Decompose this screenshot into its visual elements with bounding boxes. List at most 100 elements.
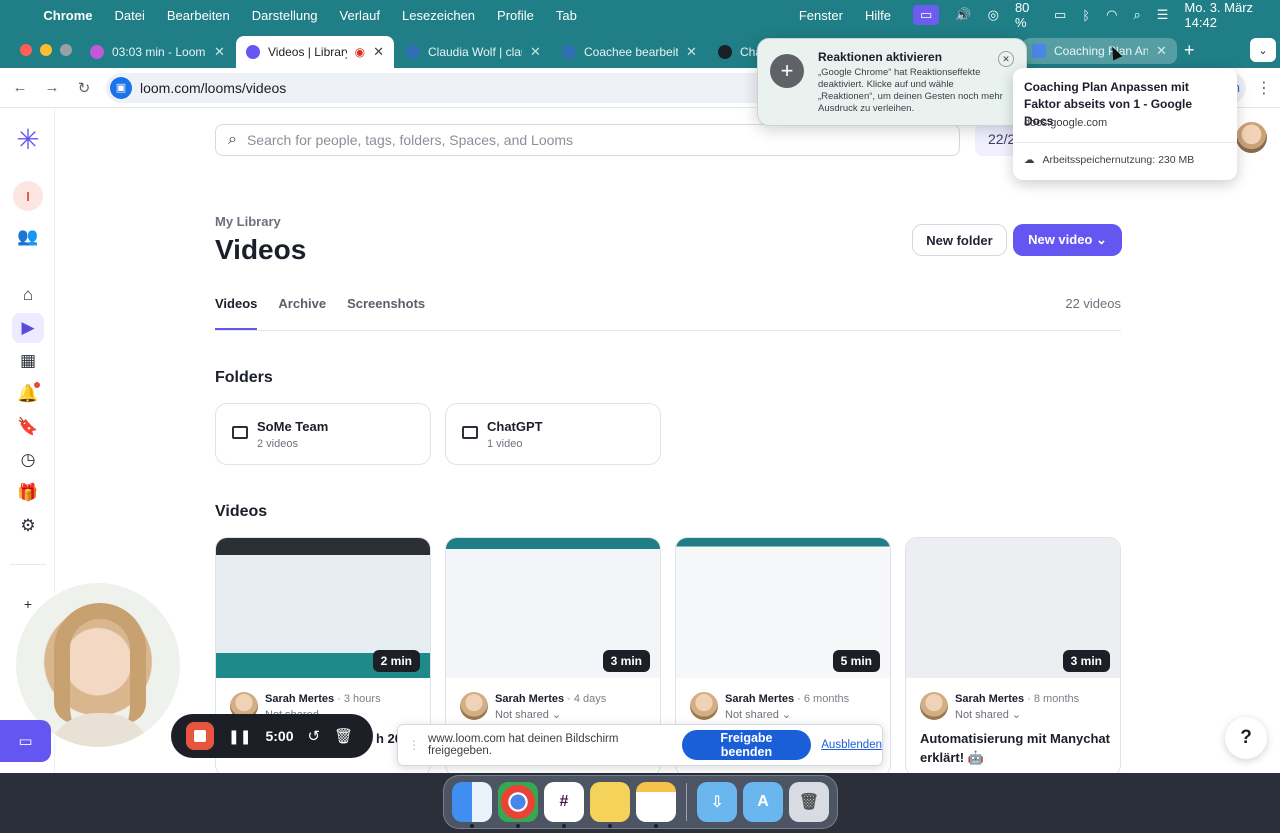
trash-icon[interactable]: 🗑 xyxy=(789,782,829,822)
tabs-divider xyxy=(215,330,1121,331)
reactions-notification[interactable]: + Reaktionen aktivieren „Google Chrome“ … xyxy=(757,38,1027,126)
close-window-button[interactable] xyxy=(20,44,32,56)
stop-sharing-button[interactable]: Freigabe beenden xyxy=(681,730,812,760)
wordpress-favicon-icon xyxy=(562,45,576,59)
chrome-menu-icon[interactable]: ⋮ xyxy=(1256,78,1272,98)
search-input[interactable]: ⌕ Search for people, tags, folders, Spac… xyxy=(215,124,960,156)
running-indicator xyxy=(654,824,658,828)
folder-card[interactable]: ChatGPT 1 video xyxy=(445,403,661,465)
video-author: Sarah Mertes · 8 months xyxy=(955,693,1079,705)
finder-icon[interactable] xyxy=(452,782,492,828)
help-button[interactable]: ? xyxy=(1225,717,1267,759)
minimize-window-button[interactable] xyxy=(40,44,52,56)
forward-arrow-icon[interactable]: → xyxy=(36,79,68,96)
folder-name: ChatGPT xyxy=(487,419,543,434)
camera-person-hair xyxy=(54,603,146,723)
bluetooth-icon[interactable]: ᛒ xyxy=(1082,8,1090,23)
back-arrow-icon[interactable]: ← xyxy=(4,79,36,96)
stop-recording-button[interactable] xyxy=(186,722,214,750)
menu-item-darstellung[interactable]: Darstellung xyxy=(252,8,318,23)
tab-videos[interactable]: Videos xyxy=(215,296,257,311)
battery-icon[interactable]: ▭ xyxy=(1054,7,1066,23)
menu-item-profile[interactable]: Profile xyxy=(497,8,534,23)
screen-sharing-icon[interactable]: ▭ xyxy=(912,5,940,25)
page-title: Videos xyxy=(215,234,307,265)
applications-folder-icon[interactable]: A xyxy=(743,782,783,822)
tab-screenshots[interactable]: Screenshots xyxy=(347,296,425,311)
dock-divider xyxy=(686,783,687,821)
downloads-folder-icon[interactable]: ⇩ xyxy=(697,782,737,822)
browser-tab-coaching-plan[interactable]: Coaching Plan Anp ✕ xyxy=(1022,38,1177,64)
menu-item-bearbeiten[interactable]: Bearbeiten xyxy=(167,8,230,23)
notifications-bell-icon[interactable]: 🔔 xyxy=(12,379,44,409)
video-card[interactable]: 3 min Sarah Mertes · 8 months Not shared… xyxy=(905,537,1121,773)
video-age: · 8 months xyxy=(1027,693,1080,705)
new-folder-button[interactable]: New folder xyxy=(912,224,1007,256)
browser-tab-claudia-wolf[interactable]: Claudia Wolf | clau ✕ xyxy=(396,36,551,68)
bookmark-icon[interactable]: 🔖 xyxy=(12,412,44,442)
share-status-dropdown[interactable]: Not shared ⌄ xyxy=(495,708,561,721)
loom-logo-icon[interactable]: ✳ xyxy=(12,124,44,155)
menu-item-hilfe[interactable]: Hilfe xyxy=(865,8,891,23)
airdrop-icon[interactable]: ◎ xyxy=(988,7,999,23)
calendar-icon[interactable]: ▦ xyxy=(12,346,44,376)
browser-tab-videos-library[interactable]: Videos | Library ◉ ✕ xyxy=(236,36,394,68)
search-icon[interactable]: ⌕ xyxy=(1133,7,1140,23)
notes-icon[interactable] xyxy=(636,782,676,828)
site-info-icon[interactable]: ▣ xyxy=(110,76,132,99)
stickies-icon[interactable] xyxy=(590,782,630,828)
url-text[interactable]: loom.com/looms/videos xyxy=(140,80,286,96)
browser-tab-coachee[interactable]: Coachee bearbeite ✕ xyxy=(552,36,707,68)
tab-archive[interactable]: Archive xyxy=(278,296,326,311)
tab-search-chevron-icon[interactable]: ⌄ xyxy=(1250,38,1276,62)
chrome-icon[interactable] xyxy=(498,782,538,828)
menu-item-tab[interactable]: Tab xyxy=(556,8,577,23)
close-tab-icon[interactable]: ✕ xyxy=(1156,43,1167,59)
workspace-avatar-icon[interactable]: I xyxy=(13,181,43,211)
gift-icon[interactable]: 🎁 xyxy=(12,478,44,508)
menu-item-verlauf[interactable]: Verlauf xyxy=(340,8,380,23)
volume-icon[interactable]: 🔊 xyxy=(955,7,971,23)
library-icon[interactable]: ▶ xyxy=(12,313,44,343)
control-center-icon[interactable]: ☰ xyxy=(1157,7,1169,23)
drag-handle-icon[interactable]: ⋮ xyxy=(408,738,420,752)
menu-app-name[interactable]: Chrome xyxy=(43,8,92,23)
hide-share-bar-link[interactable]: Ausblenden xyxy=(821,739,882,751)
user-avatar[interactable] xyxy=(1236,122,1267,153)
reload-icon[interactable]: ↻ xyxy=(68,79,100,97)
fullscreen-window-button[interactable] xyxy=(60,44,72,56)
restart-icon[interactable]: ↺ xyxy=(308,727,321,745)
menu-item-datei[interactable]: Datei xyxy=(115,8,145,23)
video-duration: 3 min xyxy=(1062,650,1110,672)
new-video-button[interactable]: New video ⌄ xyxy=(1013,224,1122,256)
window-controls xyxy=(20,44,72,56)
close-tab-icon[interactable]: ✕ xyxy=(686,44,697,60)
browser-tab-loom-recording[interactable]: 03:03 min - Loom f ✕ xyxy=(80,36,235,68)
breadcrumb[interactable]: My Library xyxy=(215,214,281,229)
author-name: Sarah Mertes xyxy=(725,693,795,705)
camera-toggle-icon[interactable]: ▭ xyxy=(0,720,51,762)
share-status-dropdown[interactable]: Not shared ⌄ xyxy=(725,708,791,721)
menubar-clock[interactable]: Mo. 3. März 14:42 xyxy=(1184,0,1266,30)
history-clock-icon[interactable]: ◷ xyxy=(12,445,44,475)
share-status-dropdown[interactable]: Not shared ⌄ xyxy=(955,708,1021,721)
search-icon: ⌕ xyxy=(228,131,237,148)
settings-gear-icon[interactable]: ⚙ xyxy=(12,511,44,541)
close-tab-icon[interactable]: ✕ xyxy=(373,44,384,60)
close-tab-icon[interactable]: ✕ xyxy=(214,44,225,60)
trash-icon[interactable]: 🗑 xyxy=(334,727,353,745)
home-icon[interactable]: ⌂ xyxy=(12,280,44,310)
close-notification-icon[interactable]: ✕ xyxy=(998,51,1014,67)
close-tab-icon[interactable]: ✕ xyxy=(530,44,541,60)
wifi-icon[interactable]: ◠ xyxy=(1106,7,1117,23)
video-title[interactable]: Automatisierung mit Manychat erklärt! 🤖 xyxy=(920,729,1110,767)
new-tab-button[interactable]: + xyxy=(1184,40,1195,61)
video-count: 22 videos xyxy=(1065,296,1121,311)
menu-item-fenster[interactable]: Fenster xyxy=(799,8,843,23)
menu-item-lesezeichen[interactable]: Lesezeichen xyxy=(402,8,475,23)
author-avatar xyxy=(920,692,948,720)
people-icon[interactable]: 👥 xyxy=(12,222,44,252)
folder-card[interactable]: SoMe Team 2 videos xyxy=(215,403,431,465)
slack-icon[interactable]: # xyxy=(544,782,584,828)
pause-icon[interactable]: ❚❚ xyxy=(228,728,251,745)
